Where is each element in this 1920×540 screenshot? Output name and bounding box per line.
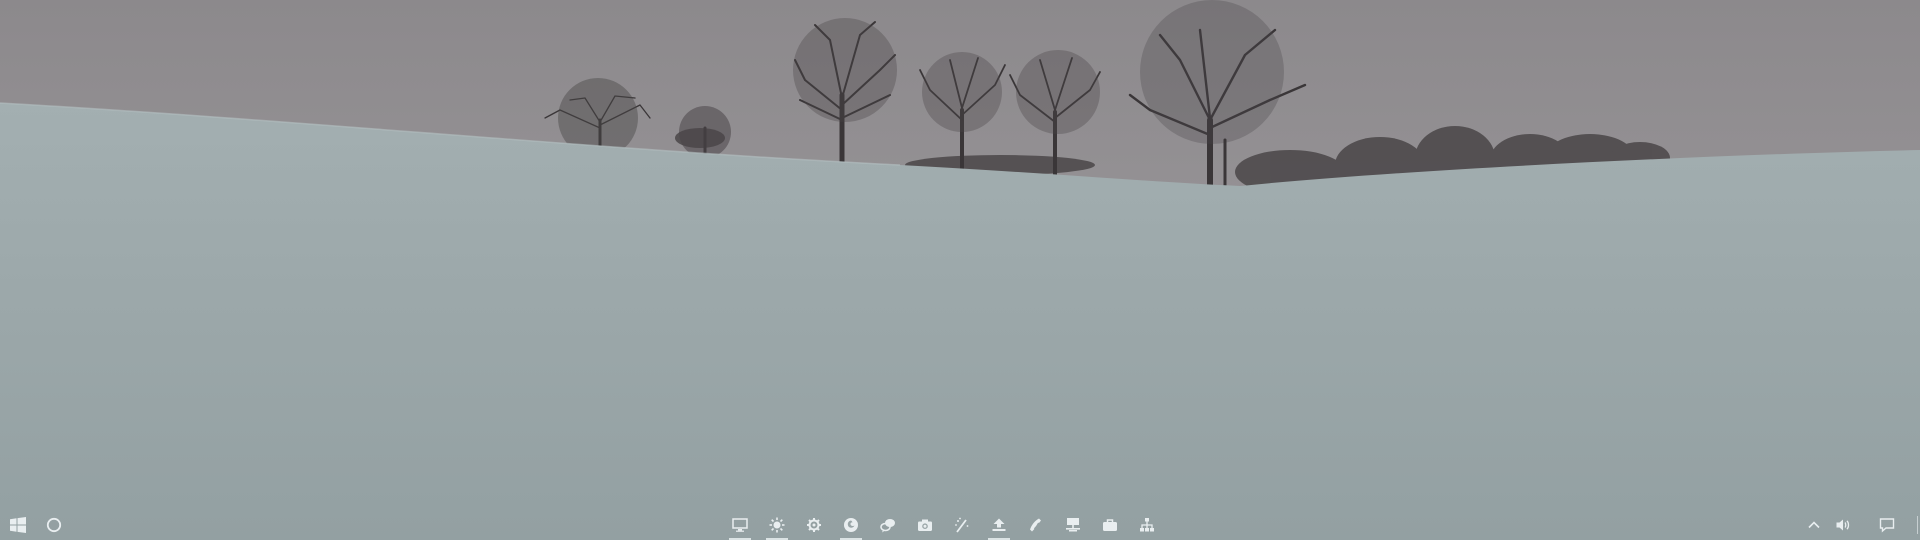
start-button[interactable] <box>0 510 36 540</box>
show-hidden-icons-button[interactable] <box>1800 510 1828 540</box>
taskbar-app-network-drive[interactable] <box>1058 510 1088 540</box>
taskbar-app-network[interactable] <box>1132 510 1162 540</box>
camera-icon <box>918 519 932 531</box>
upload-icon <box>992 518 1006 531</box>
taskbar-app-settings[interactable] <box>799 510 829 540</box>
speaker-icon <box>1836 519 1850 531</box>
taskbar-app-briefcase[interactable] <box>1095 510 1125 540</box>
chat-bubbles-icon <box>880 519 895 533</box>
show-desktop-button[interactable] <box>1917 516 1918 534</box>
firefox-icon <box>844 518 858 532</box>
snow-field <box>0 103 1920 540</box>
sun-gear-icon <box>769 517 785 533</box>
taskbar-app-upload[interactable] <box>984 510 1014 540</box>
action-center-icon <box>1879 518 1895 533</box>
chevron-up-icon <box>1808 521 1820 529</box>
pinned-apps <box>725 510 1165 540</box>
briefcase-icon <box>1103 519 1117 531</box>
taskbar-app-desktop[interactable] <box>725 510 755 540</box>
taskbar <box>0 510 1920 540</box>
cortana-circle-icon <box>46 517 62 533</box>
server-icon <box>1066 518 1080 532</box>
search-button[interactable] <box>36 510 72 540</box>
gear-icon <box>807 518 821 532</box>
windows-logo-icon <box>10 517 26 533</box>
phone-icon <box>1030 518 1041 532</box>
wallpaper-image <box>0 0 1920 540</box>
system-tray <box>1800 510 1920 540</box>
desktop[interactable] <box>0 0 1920 540</box>
action-center-button[interactable] <box>1870 510 1904 540</box>
monitor-icon <box>732 518 748 532</box>
network-tree-icon <box>1140 518 1154 532</box>
wand-icon <box>955 517 969 533</box>
taskbar-app-camera[interactable] <box>910 510 940 540</box>
taskbar-app-phone[interactable] <box>1021 510 1051 540</box>
taskbar-app-settings-alt[interactable] <box>762 510 792 540</box>
taskbar-app-tools[interactable] <box>947 510 977 540</box>
volume-button[interactable] <box>1828 510 1858 540</box>
taskbar-app-firefox[interactable] <box>836 510 866 540</box>
taskbar-app-chat[interactable] <box>873 510 903 540</box>
